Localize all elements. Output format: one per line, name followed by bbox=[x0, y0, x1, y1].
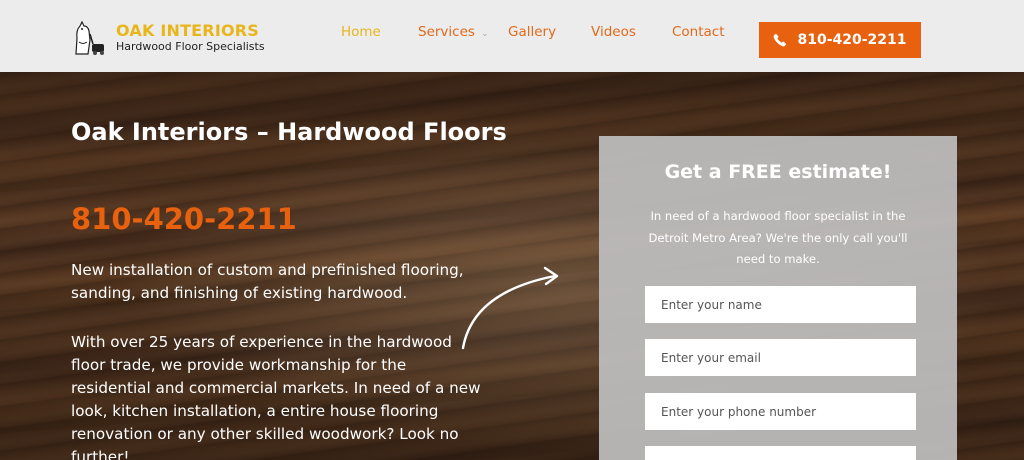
hero-title: Oak Interiors – Hardwood Floors bbox=[71, 118, 507, 146]
email-field[interactable] bbox=[645, 339, 916, 376]
hero-phone-number[interactable]: 810-420-2211 bbox=[71, 202, 297, 236]
site-header: OAK INTERIORS Hardwood Floor Specialists… bbox=[0, 0, 1024, 72]
nav-item-gallery[interactable]: Gallery bbox=[508, 24, 556, 40]
nav-item-contact[interactable]: Contact bbox=[672, 24, 725, 40]
nav-item-home[interactable]: Home bbox=[341, 24, 381, 40]
estimate-form-description: In need of a hardwood floor specialist i… bbox=[648, 209, 908, 266]
hero-paragraph-experience: With over 25 years of experience in the … bbox=[71, 333, 481, 460]
hero-paragraph-intro: New installation of custom and prefinish… bbox=[71, 261, 464, 302]
phone-icon bbox=[774, 33, 787, 47]
curved-arrow-icon bbox=[461, 266, 559, 350]
nav-item-videos[interactable]: Videos bbox=[591, 24, 636, 40]
name-field[interactable] bbox=[645, 286, 916, 323]
estimate-form-title: Get a FREE estimate! bbox=[664, 161, 892, 183]
estimate-form-panel: Get a FREE estimate! In need of a hardwo… bbox=[599, 136, 957, 460]
phone-button-label: 810-420-2211 bbox=[797, 32, 907, 48]
phone-field[interactable] bbox=[645, 393, 916, 430]
nav-item-services[interactable]: Services ⌄ bbox=[418, 24, 488, 40]
address-field-partial[interactable] bbox=[645, 446, 916, 460]
chevron-down-icon: ⌄ bbox=[480, 29, 489, 39]
call-phone-button[interactable]: 810-420-2211 bbox=[759, 22, 921, 58]
nav-item-label: Services bbox=[418, 24, 475, 40]
